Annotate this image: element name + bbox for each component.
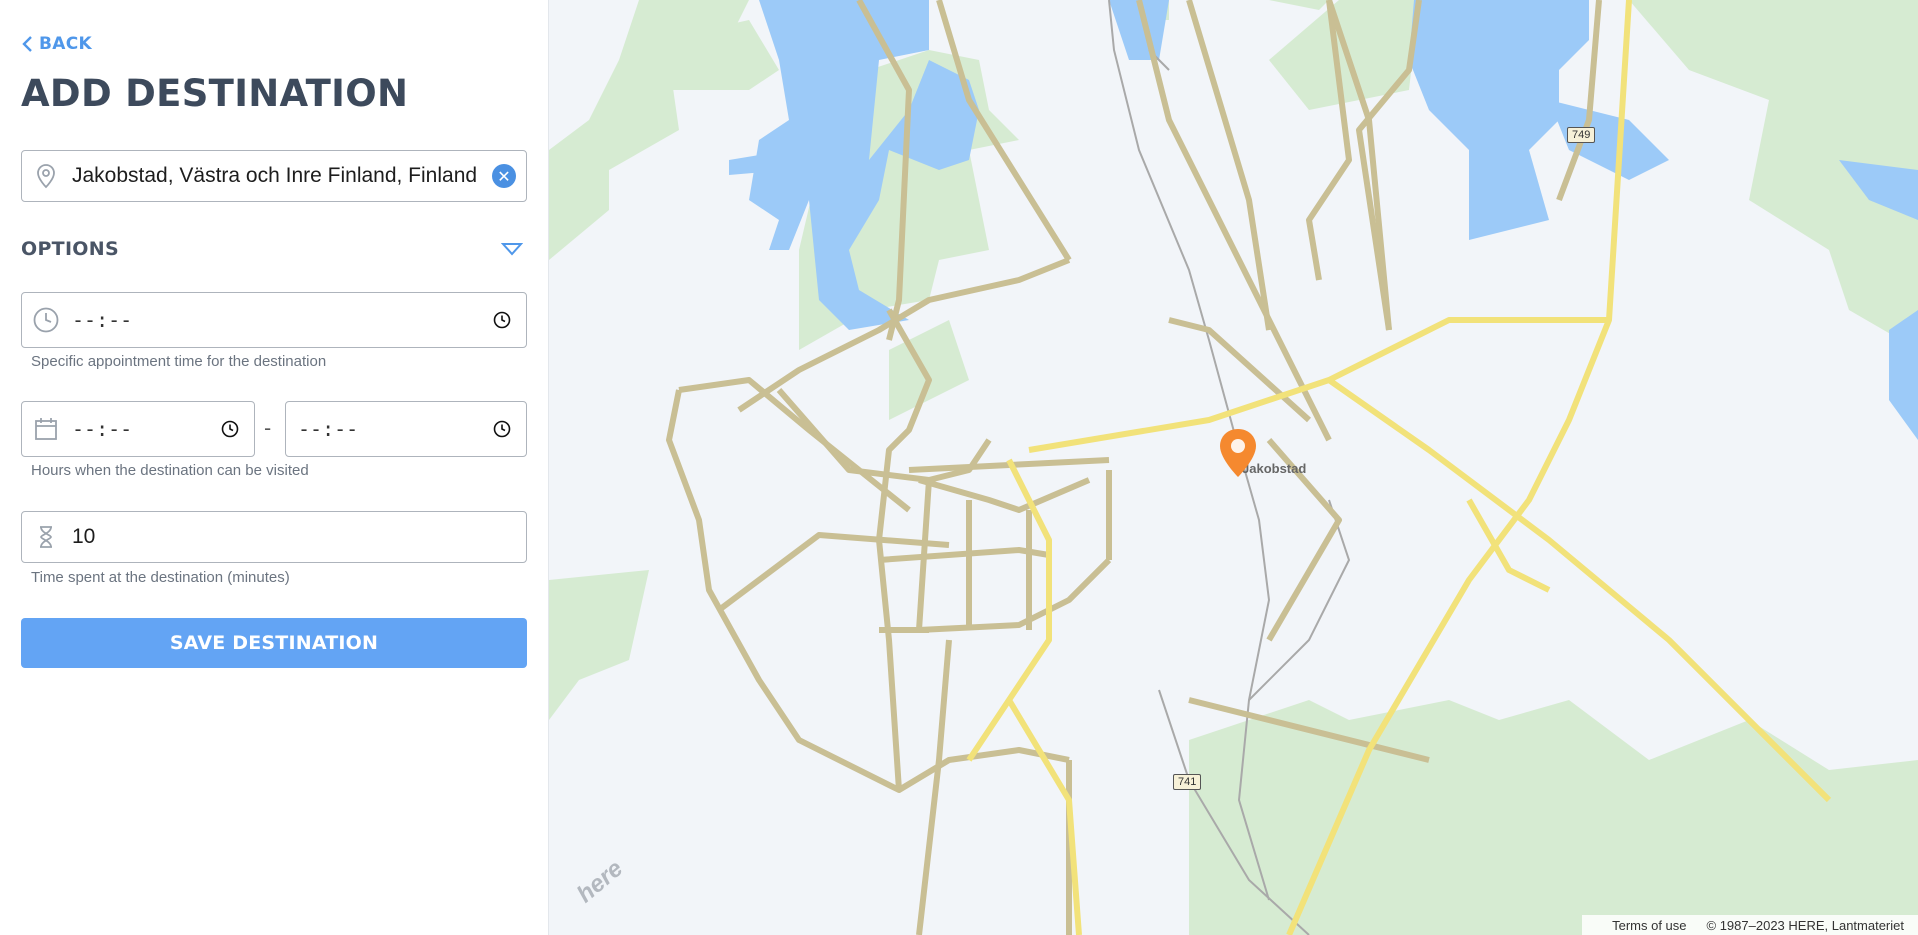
hours-from-input[interactable]: --:-- — [72, 417, 220, 441]
hours-to-field[interactable]: --:-- — [285, 401, 527, 457]
map[interactable]: 749 741 Jakobstad here Terms of use © 19… — [549, 0, 1918, 935]
back-label: BACK — [39, 34, 92, 54]
copyright-text: © 1987–2023 HERE, Lantmateriet — [1706, 917, 1904, 933]
address-field[interactable]: Jakobstad, Västra och Inre Finland, Finl… — [21, 150, 527, 202]
terms-of-use-link[interactable]: Terms of use — [1612, 918, 1686, 933]
sidebar: BACK ADD DESTINATION Jakobstad, Västra o… — [0, 0, 549, 935]
time-picker-icon[interactable] — [220, 419, 240, 439]
clear-icon[interactable]: ✕ — [492, 164, 516, 188]
back-link[interactable]: BACK — [21, 34, 92, 54]
road-shield-749: 749 — [1567, 127, 1596, 143]
options-toggle[interactable]: OPTIONS — [21, 234, 527, 264]
duration-hint: Time spent at the destination (minutes) — [31, 569, 290, 586]
time-picker-icon[interactable] — [492, 419, 512, 439]
hours-to-input[interactable]: --:-- — [298, 417, 492, 441]
options-label: OPTIONS — [21, 238, 119, 260]
appointment-time-input[interactable]: --:-- — [72, 308, 492, 332]
hourglass-icon — [40, 526, 52, 548]
location-pin-icon — [37, 164, 55, 189]
hours-hint: Hours when the destination can be visite… — [31, 462, 309, 479]
road-shield-741: 741 — [1173, 774, 1202, 790]
triangle-down-icon[interactable] — [501, 242, 523, 256]
save-destination-button[interactable]: SAVE DESTINATION — [21, 618, 527, 668]
duration-field[interactable]: 10 — [21, 511, 527, 563]
calendar-icon — [35, 418, 57, 440]
page-title: ADD DESTINATION — [21, 72, 409, 115]
clock-icon — [33, 307, 59, 333]
hours-separator: - — [264, 416, 272, 440]
duration-input[interactable]: 10 — [72, 525, 526, 549]
appointment-hint: Specific appointment time for the destin… — [31, 353, 327, 370]
hours-from-field[interactable]: --:-- — [21, 401, 255, 457]
map-marker-icon[interactable] — [1217, 427, 1259, 479]
address-input[interactable]: Jakobstad, Västra och Inre Finland, Finl… — [72, 164, 484, 188]
map-attribution: Terms of use © 1987–2023 HERE, Lantmater… — [1582, 915, 1918, 935]
chevron-left-icon — [22, 36, 32, 52]
appointment-time-field[interactable]: --:-- — [21, 292, 527, 348]
time-picker-icon[interactable] — [492, 310, 512, 330]
